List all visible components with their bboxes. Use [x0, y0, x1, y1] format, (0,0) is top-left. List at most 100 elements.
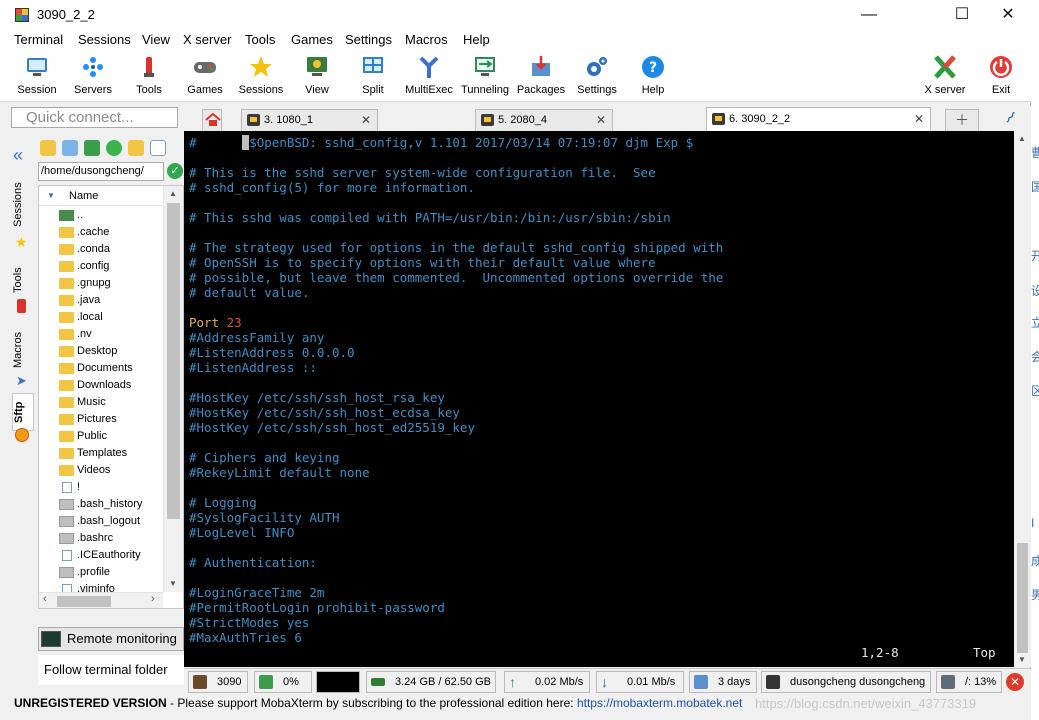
- terminal-line: #LoginGraceTime 2m: [189, 585, 324, 600]
- menu-games[interactable]: Games: [291, 32, 333, 47]
- file-row[interactable]: .profile: [39, 564, 163, 581]
- tab-sftp[interactable]: Sftp: [12, 393, 34, 431]
- tab-3090-2-2[interactable]: 6. 3090_2_2 ✕: [706, 107, 931, 131]
- menu-view[interactable]: View: [142, 32, 170, 47]
- attachment-icon[interactable]: ⌇: [1000, 108, 1019, 128]
- file-row[interactable]: .local: [39, 309, 163, 326]
- menu-macros[interactable]: Macros: [405, 32, 448, 47]
- file-row[interactable]: .bash_history: [39, 496, 163, 513]
- terminal-output[interactable]: # $OpenBSD: sshd_config,v 1.101 2017/03/…: [184, 131, 1014, 667]
- tab-macros[interactable]: Macros: [12, 329, 34, 371]
- maximize-button[interactable]: ☐: [939, 0, 985, 30]
- scroll-down-icon[interactable]: ▼: [1018, 655, 1026, 664]
- view-button[interactable]: View: [289, 52, 345, 100]
- scroll-thumb[interactable]: [57, 596, 111, 607]
- close-tab-icon[interactable]: ✕: [361, 110, 371, 130]
- terminal-line: #PermitRootLogin prohibit-password: [189, 600, 445, 615]
- parent-folder-icon[interactable]: [40, 140, 56, 156]
- menu-terminal[interactable]: Terminal: [14, 32, 63, 47]
- split-button[interactable]: Split: [345, 52, 401, 100]
- background-text: 设: [1031, 284, 1039, 296]
- help-button[interactable]: ? Help: [625, 52, 681, 100]
- sftp-path-input[interactable]: /home/dusongcheng/: [38, 162, 164, 181]
- remote-monitoring-button[interactable]: Remote monitoring: [38, 627, 184, 651]
- collapse-sidebar-icon[interactable]: «: [13, 145, 23, 166]
- servers-button[interactable]: Servers: [65, 52, 121, 100]
- file-row[interactable]: .gnupg: [39, 275, 163, 292]
- x-server-button[interactable]: X server: [917, 52, 973, 100]
- follow-terminal-option[interactable]: Follow terminal folder: [38, 655, 184, 685]
- sftp-vertical-scrollbar[interactable]: ▲ ▼: [163, 186, 183, 592]
- file-row[interactable]: Public: [39, 428, 163, 445]
- file-row[interactable]: .java: [39, 292, 163, 309]
- scroll-up-icon[interactable]: ▲: [1018, 134, 1026, 143]
- menu-settings[interactable]: Settings: [345, 32, 392, 47]
- file-row[interactable]: Videos: [39, 462, 163, 479]
- session-button[interactable]: Session: [9, 52, 65, 100]
- quick-connect-input[interactable]: Quick connect...: [11, 107, 178, 128]
- file-row[interactable]: .config: [39, 258, 163, 275]
- menu-x-server[interactable]: X server: [183, 32, 231, 47]
- packages-button[interactable]: Packages: [513, 52, 569, 100]
- games-button[interactable]: Games: [177, 52, 233, 100]
- new-file-icon[interactable]: [150, 140, 166, 156]
- file-row[interactable]: .conda: [39, 241, 163, 258]
- scroll-left-icon[interactable]: ‹: [43, 593, 47, 605]
- tab-sessions[interactable]: Sessions: [12, 179, 34, 231]
- file-row[interactable]: .nv: [39, 326, 163, 343]
- tunneling-button[interactable]: Tunneling: [457, 52, 513, 100]
- tools-button[interactable]: Tools: [121, 52, 177, 100]
- name-column-header[interactable]: ▼ Name: [39, 186, 163, 206]
- mobaxterm-app-icon: [15, 8, 29, 22]
- terminal-line: # Logging: [189, 495, 257, 510]
- file-row[interactable]: Music: [39, 394, 163, 411]
- scroll-thumb[interactable]: [1017, 543, 1028, 653]
- file-row[interactable]: Documents: [39, 360, 163, 377]
- menu-sessions[interactable]: Sessions: [78, 32, 131, 47]
- new-tab-button[interactable]: ＋: [945, 109, 979, 131]
- file-row[interactable]: ..: [39, 207, 163, 224]
- path-ok-icon[interactable]: ✓: [167, 163, 183, 179]
- file-name: .local: [77, 311, 103, 323]
- file-row[interactable]: Downloads: [39, 377, 163, 394]
- download-icon[interactable]: [62, 140, 78, 156]
- tab-tools[interactable]: Tools: [12, 263, 34, 297]
- settings-button[interactable]: Settings: [569, 52, 625, 100]
- folder-icon: [59, 261, 74, 272]
- scroll-down-icon[interactable]: ▼: [169, 579, 177, 588]
- multiexec-button[interactable]: MultiExec: [401, 52, 457, 100]
- scroll-right-icon[interactable]: ›: [151, 593, 155, 605]
- sftp-horizontal-scrollbar[interactable]: ‹ ›: [39, 592, 163, 608]
- refresh-icon[interactable]: [106, 140, 122, 156]
- file-row[interactable]: .bashrc: [39, 530, 163, 547]
- file-icon: [62, 482, 72, 493]
- close-button[interactable]: ✕: [985, 0, 1031, 30]
- close-status-icon[interactable]: ✕: [1006, 673, 1024, 691]
- mobatek-link[interactable]: https://mobaxterm.mobatek.net: [577, 696, 742, 710]
- file-row[interactable]: Pictures: [39, 411, 163, 428]
- tab-1080-1[interactable]: 3. 1080_1 ✕: [241, 109, 378, 131]
- minimize-button[interactable]: —: [846, 0, 892, 30]
- sessions-button[interactable]: Sessions: [233, 52, 289, 100]
- file-row[interactable]: Templates: [39, 445, 163, 462]
- new-folder-icon[interactable]: [128, 140, 144, 156]
- scroll-up-icon[interactable]: ▲: [169, 189, 177, 198]
- file-row[interactable]: Desktop: [39, 343, 163, 360]
- terminal-scrollbar[interactable]: ▲ ▼: [1014, 131, 1031, 667]
- scroll-thumb[interactable]: [167, 203, 180, 519]
- close-tab-icon[interactable]: ✕: [914, 108, 924, 130]
- upload-icon[interactable]: [84, 140, 100, 156]
- file-row[interactable]: .bash_logout: [39, 513, 163, 530]
- tab-2080-4[interactable]: 5. 2080_4 ✕: [475, 109, 613, 131]
- folder-icon: [59, 244, 74, 255]
- terminal-text: #ListenAddress 0.0.0.0: [189, 345, 355, 360]
- star-icon: ★: [15, 234, 28, 250]
- menu-help[interactable]: Help: [463, 32, 490, 47]
- file-row[interactable]: !: [39, 479, 163, 496]
- file-row[interactable]: .ICEauthority: [39, 547, 163, 564]
- close-tab-icon[interactable]: ✕: [596, 110, 606, 130]
- file-row[interactable]: .cache: [39, 224, 163, 241]
- menu-tools[interactable]: Tools: [245, 32, 275, 47]
- exit-button[interactable]: Exit: [973, 52, 1029, 100]
- home-tab[interactable]: [202, 109, 222, 131]
